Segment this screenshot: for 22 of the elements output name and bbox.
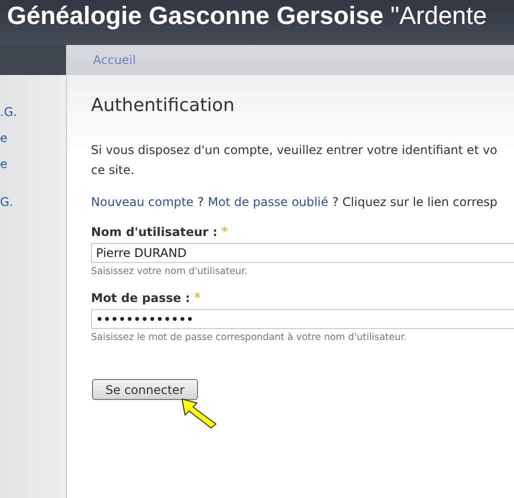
sidebar-link[interactable]: e [0, 158, 8, 171]
field-hint: Saisissez votre nom d'utilisateur. [91, 266, 248, 277]
help-text: ? [198, 195, 204, 209]
site-title: Généalogie Gasconne Gersoise "Ardente [7, 2, 487, 31]
help-link[interactable]: Mot de passe oublié [208, 195, 328, 209]
field-label: Mot de passe : [91, 291, 190, 305]
help-text: ? Cliquez sur le lien corresp [332, 195, 498, 209]
field-label: Nom d'utilisateur : [91, 225, 218, 239]
username-field[interactable]: Pierre DURAND [91, 243, 514, 263]
help-link[interactable]: Nouveau compte [91, 195, 194, 209]
arrow-icon [180, 397, 218, 429]
sidebar-link[interactable]: .G. [0, 106, 17, 119]
required-mark: * [194, 291, 201, 306]
intro-text: ce site. [91, 162, 134, 179]
sidebar-link[interactable]: e [0, 132, 8, 145]
intro-text: Si vous disposez d'un compte, veuillez entrer votre identifiant et vo [91, 142, 498, 159]
sidebar-link[interactable]: G. [0, 196, 14, 209]
login-button[interactable]: Se connecter [92, 379, 198, 400]
page-heading: Authentification [91, 95, 236, 116]
field-hint: Saisissez le mot de passe correspondant à votre nom d'utilisateur. [91, 332, 407, 343]
required-mark: * [221, 225, 228, 240]
password-field[interactable]: ••••••••••••• [91, 309, 514, 329]
